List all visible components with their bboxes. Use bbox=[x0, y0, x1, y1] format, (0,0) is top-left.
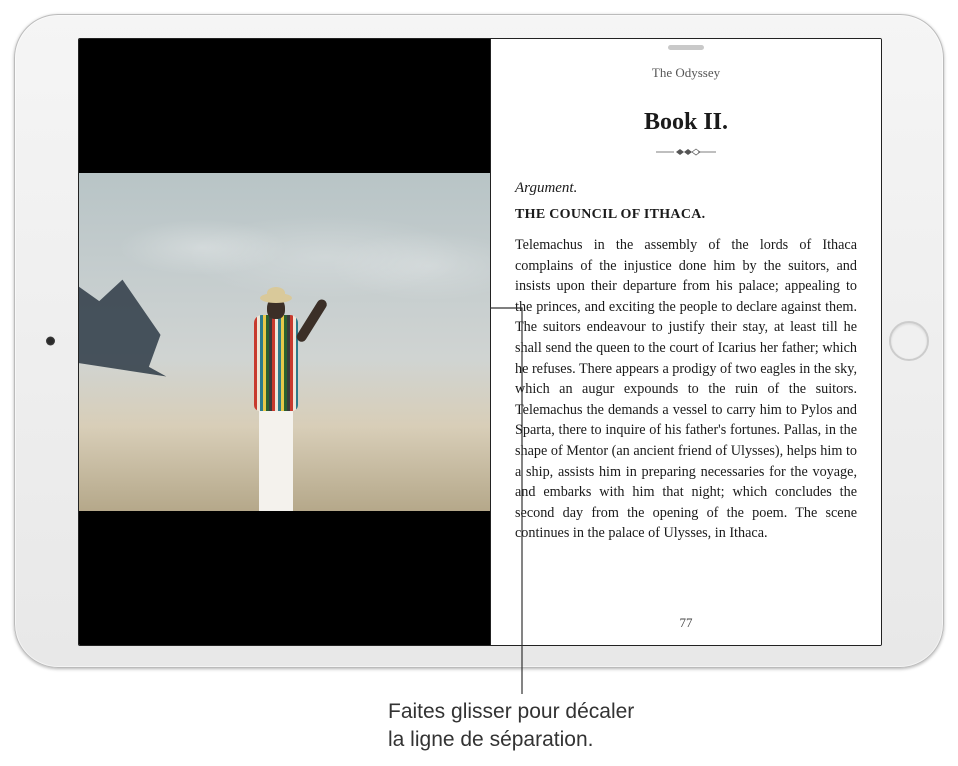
book-title: The Odyssey bbox=[515, 65, 857, 81]
drag-handle[interactable] bbox=[668, 45, 704, 50]
photo-cape bbox=[79, 258, 166, 405]
photo-image bbox=[79, 173, 490, 511]
argument-label: Argument. bbox=[515, 180, 857, 197]
body-text: Telemachus in the assembly of the lords … bbox=[515, 235, 857, 544]
callout-text: Faites glisser pour décaler la ligne de … bbox=[388, 698, 634, 755]
right-app-books[interactable]: The Odyssey Book II. Argument. THE COUNC… bbox=[491, 39, 881, 645]
ipad-screen: The Odyssey Book II. Argument. THE COUNC… bbox=[78, 38, 882, 646]
callout-line-1: Faites glisser pour décaler bbox=[388, 700, 634, 723]
section-subtitle: THE COUNCIL OF ITHACA. bbox=[515, 207, 857, 223]
page-number: 77 bbox=[491, 615, 881, 631]
left-app-photos[interactable] bbox=[79, 39, 490, 645]
ornament-icon bbox=[515, 144, 857, 162]
front-camera bbox=[46, 337, 55, 346]
chapter-title: Book II. bbox=[515, 109, 857, 136]
ipad-frame: The Odyssey Book II. Argument. THE COUNC… bbox=[14, 14, 944, 668]
photo-figure bbox=[236, 276, 316, 511]
callout-line-2: la ligne de séparation. bbox=[388, 728, 593, 751]
home-button[interactable] bbox=[889, 321, 929, 361]
